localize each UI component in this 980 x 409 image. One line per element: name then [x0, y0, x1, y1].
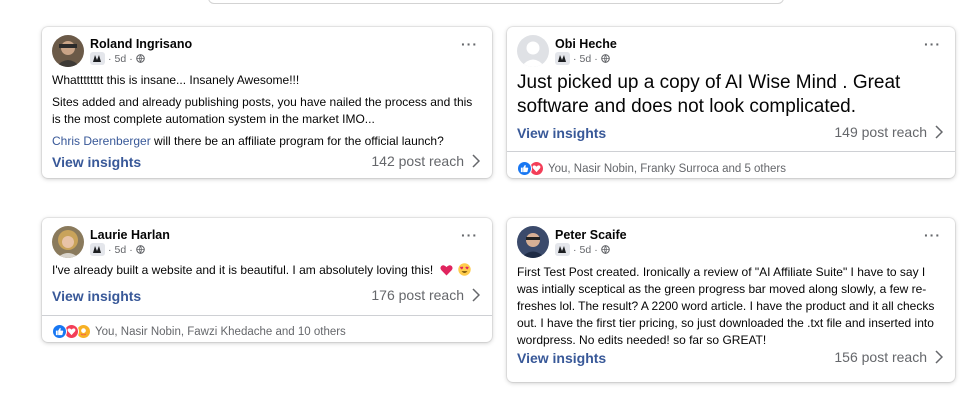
previous-card-edge: [208, 0, 784, 4]
post-text: Just picked up a copy of AI Wise Mind . …: [517, 72, 901, 117]
reactions-text: You, Nasir Nobin, Fawzi Khedache and 10 …: [95, 325, 346, 338]
meta-separator: ·: [594, 243, 598, 256]
post-header: Peter Scaife · 5d · ···: [517, 226, 941, 260]
post-body: Whatttttttt this is insane... Insanely A…: [52, 72, 480, 155]
view-insights-link[interactable]: View insights: [517, 125, 606, 141]
post-card: Obi Heche · 5d · ··· Just picked up a co…: [507, 27, 955, 178]
meta-separator: ·: [573, 243, 577, 256]
post-body: I've already built a website and it is b…: [52, 262, 480, 284]
chevron-right-icon: [935, 350, 943, 364]
group-badge-icon: [90, 243, 105, 256]
meta-separator: ·: [594, 52, 598, 65]
divider: [42, 315, 492, 316]
heart-eyes-emoji: [458, 263, 471, 276]
more-options-icon[interactable]: ···: [924, 228, 941, 242]
reactions-summary[interactable]: You, Nasir Nobin, Franky Surroca and 5 o…: [517, 161, 786, 176]
like-icon: [517, 161, 532, 176]
post-meta: · 5d ·: [555, 52, 610, 65]
meta-separator: ·: [129, 52, 133, 65]
avatar[interactable]: [517, 35, 549, 67]
author-name[interactable]: Obi Heche: [555, 37, 617, 51]
post-body: Just picked up a copy of AI Wise Mind . …: [517, 71, 943, 124]
view-insights-link[interactable]: View insights: [52, 154, 141, 170]
red-heart-emoji: [439, 265, 453, 276]
avatar[interactable]: [517, 226, 549, 258]
post-reach-count: 176 post reach: [371, 287, 464, 303]
post-reach-count: 142 post reach: [371, 153, 464, 169]
post-text: Sites added and already publishing posts…: [52, 95, 473, 126]
meta-separator: ·: [129, 243, 133, 256]
divider: [507, 151, 955, 152]
like-icon: [52, 324, 67, 339]
post-card: Peter Scaife · 5d · ··· First Test Post …: [507, 218, 955, 382]
group-badge-icon: [555, 243, 570, 256]
globe-icon: [135, 54, 145, 63]
globe-icon: [600, 54, 610, 63]
post-time[interactable]: 5d: [115, 244, 127, 256]
chevron-right-icon: [472, 288, 480, 302]
post-text: Whatttttttt this is insane... Insanely A…: [52, 73, 300, 87]
post-header: Obi Heche · 5d · ···: [517, 35, 941, 69]
mention-link[interactable]: Chris Derenberger: [52, 134, 151, 148]
avatar[interactable]: [52, 35, 84, 67]
author-name[interactable]: Roland Ingrisano: [90, 37, 192, 51]
more-options-icon[interactable]: ···: [924, 37, 941, 51]
post-meta: · 5d ·: [555, 243, 610, 256]
reactions-text: You, Nasir Nobin, Franky Surroca and 5 o…: [548, 162, 787, 175]
mention-text: will there be an affiliate program for t…: [150, 134, 444, 148]
author-name[interactable]: Laurie Harlan: [90, 228, 170, 242]
post-text-content: I've already built a website and it is b…: [52, 263, 434, 277]
globe-icon: [135, 245, 145, 254]
reactions-summary[interactable]: You, Nasir Nobin, Fawzi Khedache and 10 …: [52, 324, 346, 339]
group-badge-icon: [90, 52, 105, 65]
post-time[interactable]: 5d: [115, 53, 127, 65]
view-insights-link[interactable]: View insights: [52, 288, 141, 304]
chevron-right-icon: [935, 125, 943, 139]
post-meta: · 5d ·: [90, 52, 145, 65]
post-reach[interactable]: 176 post reach: [371, 287, 480, 303]
post-time[interactable]: 5d: [580, 53, 592, 65]
post-header: Laurie Harlan · 5d · ···: [52, 226, 478, 260]
view-insights-link[interactable]: View insights: [517, 350, 606, 366]
chevron-right-icon: [472, 154, 480, 168]
post-time[interactable]: 5d: [580, 244, 592, 256]
avatar[interactable]: [52, 226, 84, 258]
post-header: Roland Ingrisano · 5d · ···: [52, 35, 478, 69]
post-text: I've already built a website and it is b…: [52, 262, 480, 279]
meta-separator: ·: [108, 52, 112, 65]
globe-icon: [600, 245, 610, 254]
post-reach[interactable]: 142 post reach: [371, 153, 480, 169]
post-card: Roland Ingrisano · 5d · ··· Whatttttttt …: [42, 27, 492, 178]
group-badge-icon: [555, 52, 570, 65]
more-options-icon[interactable]: ···: [461, 228, 478, 242]
post-card: Laurie Harlan · 5d · ··· I've already bu…: [42, 218, 492, 342]
post-meta: · 5d ·: [90, 243, 145, 256]
meta-separator: ·: [573, 52, 577, 65]
post-reach-count: 156 post reach: [834, 349, 927, 365]
post-text: Chris Derenberger will there be an affil…: [52, 133, 480, 150]
post-reach-count: 149 post reach: [834, 124, 927, 140]
post-text: First Test Post created. Ironically a re…: [517, 265, 935, 347]
post-body: First Test Post created. Ironically a re…: [517, 264, 943, 354]
post-reach[interactable]: 156 post reach: [834, 349, 943, 365]
more-options-icon[interactable]: ···: [461, 37, 478, 51]
author-name[interactable]: Peter Scaife: [555, 228, 627, 242]
post-reach[interactable]: 149 post reach: [834, 124, 943, 140]
meta-separator: ·: [108, 243, 112, 256]
